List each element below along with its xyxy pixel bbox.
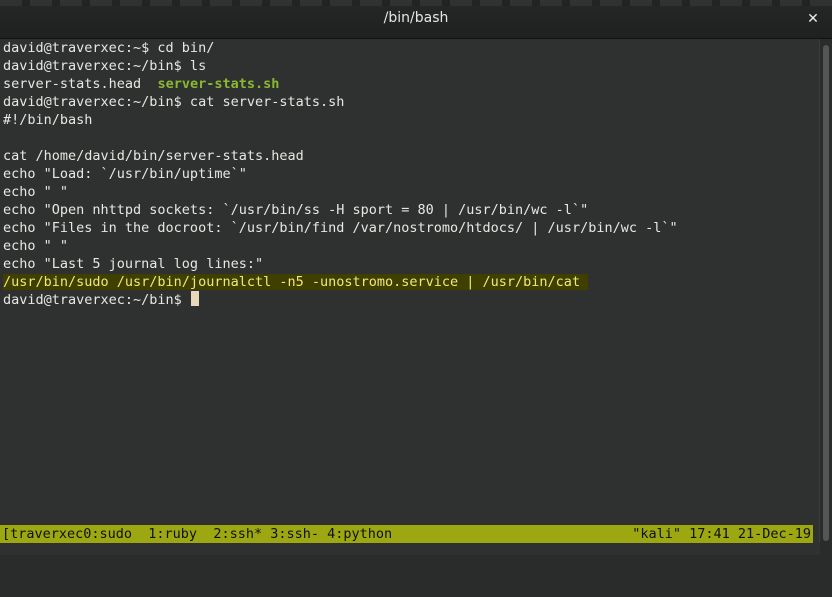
terminal-line: david@traverxec:~$ cd bin/: [3, 40, 215, 56]
terminal-line-ls-output: server-stats.head server-stats.sh: [3, 75, 678, 93]
window-title: /bin/bash: [383, 10, 449, 26]
terminal-window: /bin/bash ✕ david@traverxec:~$ cd bin/ d…: [0, 0, 832, 555]
terminal-line: echo " ": [3, 184, 69, 200]
window-bottom-edge: [0, 543, 820, 555]
ls-file-head: server-stats.head: [3, 76, 158, 92]
terminal-line-highlighted: /usr/bin/sudo /usr/bin/journalctl -n5 -u…: [3, 273, 678, 291]
terminal-line: echo "Open nhttpd sockets: `/usr/bin/ss …: [3, 202, 589, 218]
terminal-line: cat /home/david/bin/server-stats.head: [3, 148, 304, 164]
terminal-line: echo "Load: `/usr/bin/uptime`": [3, 166, 247, 182]
scrollbar-thumb[interactable]: [823, 45, 829, 541]
title-bar[interactable]: /bin/bash ✕: [0, 0, 832, 39]
prompt: david@traverxec:~/bin$: [3, 292, 190, 308]
terminal-line: echo "Files in the docroot: `/usr/bin/fi…: [3, 220, 678, 236]
scrollbar[interactable]: [819, 39, 832, 555]
title-bar-backdrop: [0, 0, 832, 6]
tmux-status-right: "kali" 17:41 21-Dec-19: [632, 526, 811, 542]
ls-file-executable: server-stats.sh: [157, 76, 280, 92]
terminal-lines: david@traverxec:~$ cd bin/ david@traverx…: [3, 39, 678, 309]
highlighted-command: /usr/bin/sudo /usr/bin/journalctl -n5 -u…: [3, 274, 589, 290]
terminal-line: david@traverxec:~/bin$ cat server-stats.…: [3, 94, 345, 110]
terminal-line: david@traverxec:~/bin$ ls: [3, 58, 207, 74]
terminal-line: echo " ": [3, 238, 69, 254]
close-icon[interactable]: ✕: [802, 8, 824, 30]
terminal-line: #!/bin/bash: [3, 112, 93, 128]
tmux-window-list[interactable]: [traverxec0:sudo 1:ruby 2:ssh* 3:ssh- 4:…: [2, 525, 392, 543]
terminal-line: echo "Last 5 journal log lines:": [3, 256, 264, 272]
text-cursor: [190, 291, 199, 306]
terminal-prompt-line: david@traverxec:~/bin$: [3, 291, 678, 309]
terminal-output[interactable]: david@traverxec:~$ cd bin/ david@traverx…: [1, 39, 819, 551]
tmux-status-bar: [traverxec0:sudo 1:ruby 2:ssh* 3:ssh- 4:…: [0, 525, 813, 543]
